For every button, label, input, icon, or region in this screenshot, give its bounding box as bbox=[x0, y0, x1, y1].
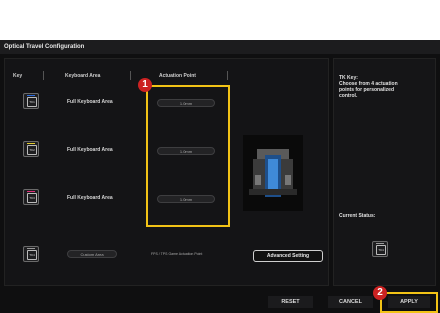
key-color-bar bbox=[27, 191, 35, 192]
key-icon-label: TK1 bbox=[27, 97, 37, 107]
key-color-bar bbox=[27, 143, 35, 144]
actuation-highlight-box bbox=[146, 85, 230, 227]
row-area-label: Full Keyboard Area bbox=[67, 195, 113, 201]
callout-badge-1: 1 bbox=[138, 78, 152, 92]
info-text-line: control. bbox=[339, 93, 358, 99]
header-separator bbox=[43, 71, 44, 80]
key-icon-tk2: TK2 bbox=[23, 141, 39, 157]
header-key: Key bbox=[13, 73, 23, 79]
advanced-setting-button[interactable]: Advanced Setting bbox=[253, 250, 323, 262]
key-color-bar bbox=[27, 95, 35, 96]
callout-badge-2: 2 bbox=[373, 286, 387, 300]
switch-diagram bbox=[243, 135, 303, 211]
switch-diagram-svg bbox=[249, 149, 297, 197]
info-panel: TK Key: Choose from 4 actuation points f… bbox=[333, 58, 436, 286]
header-separator bbox=[130, 71, 131, 80]
key-icon-tk3: TK3 bbox=[23, 189, 39, 205]
key-icon-label: TK3 bbox=[27, 193, 37, 203]
key-color-bar bbox=[376, 243, 384, 244]
cancel-button[interactable]: CANCEL bbox=[328, 296, 373, 308]
custom-area-selector[interactable]: Custom Area bbox=[67, 250, 117, 258]
header-separator bbox=[227, 71, 228, 80]
header-keyboard-area: Keyboard Area bbox=[65, 73, 101, 79]
key-icon-label: TK2 bbox=[27, 145, 37, 155]
row-area-label: Full Keyboard Area bbox=[67, 99, 113, 105]
custom-info-text: FPS / TPS Game Actuation Point bbox=[151, 252, 203, 256]
current-status-label: Current Status: bbox=[339, 213, 376, 219]
key-icon-label: TK4 bbox=[27, 250, 37, 260]
reset-button[interactable]: RESET bbox=[268, 296, 313, 308]
row-area-label: Full Keyboard Area bbox=[67, 147, 113, 153]
current-status-key-icon: TK4 bbox=[372, 241, 388, 257]
key-icon-tk1: TK1 bbox=[23, 93, 39, 109]
header-actuation-point: Actuation Point bbox=[159, 73, 196, 79]
window-title: Optical Travel Configuration bbox=[0, 40, 440, 54]
key-icon-label: TK4 bbox=[376, 245, 386, 255]
apply-highlight-box bbox=[380, 292, 438, 313]
key-color-bar bbox=[27, 248, 35, 249]
key-icon-tk4: TK4 bbox=[23, 246, 39, 262]
